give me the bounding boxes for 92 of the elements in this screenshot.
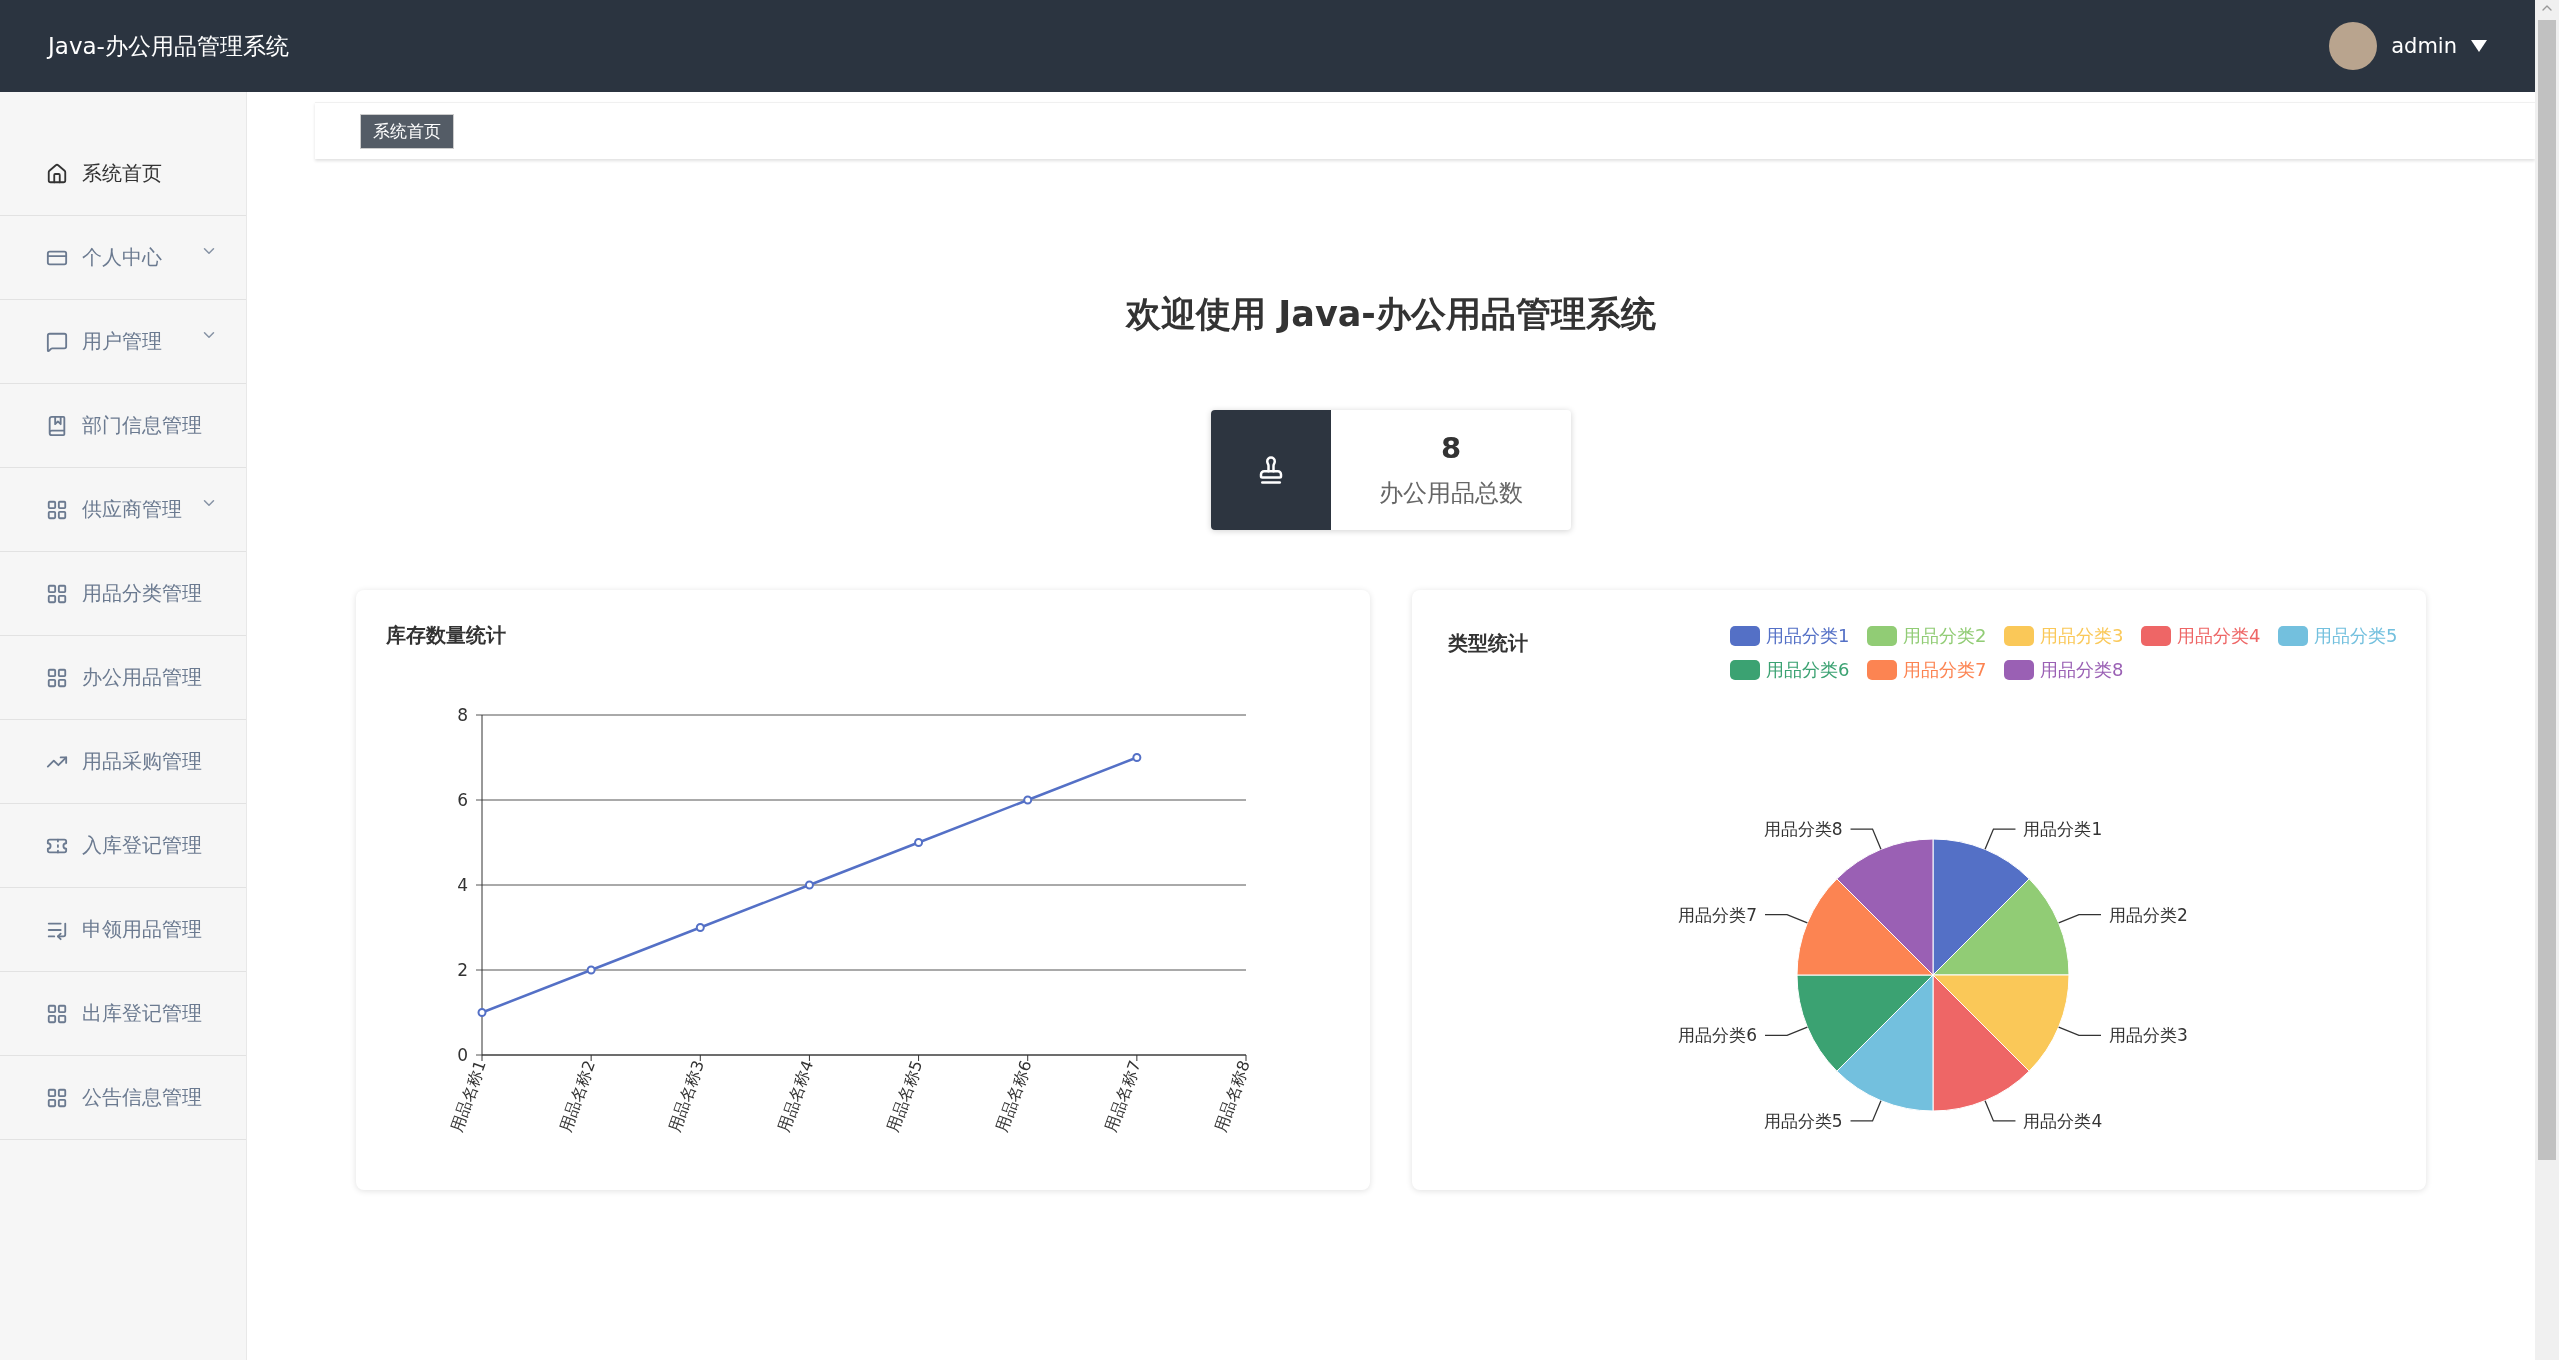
legend-item[interactable]: 用品分类4 (2141, 624, 2278, 648)
leader-line (1764, 1026, 1808, 1037)
leader-line (2058, 913, 2102, 924)
legend-item[interactable]: 用品分类1 (1730, 624, 1867, 648)
sidebar-item[interactable]: 入库登记管理 (0, 804, 246, 888)
axis-label: 用品名称2 (555, 1057, 599, 1135)
data-point (1132, 753, 1142, 762)
menu-label: 申领用品管理 (82, 916, 202, 943)
sidebar-item[interactable]: 用品采购管理 (0, 720, 246, 804)
leader-line (1849, 828, 1882, 850)
legend-label: 用品分类7 (1903, 658, 1987, 682)
grid-icon (46, 1086, 68, 1109)
axis-tick-label: 6 (457, 790, 468, 810)
leader-line (1984, 828, 2017, 850)
data-point (914, 838, 924, 847)
slice-label: 用品分类1 (2023, 819, 2103, 840)
slice-label: 用品分类3 (2108, 1025, 2188, 1046)
data-point (477, 1008, 487, 1017)
slice-label: 用品分类5 (1763, 1110, 1843, 1131)
data-point (804, 880, 814, 890)
sidebar-item[interactable]: 供应商管理 (0, 468, 246, 552)
chat-icon (46, 330, 68, 353)
legend-item[interactable]: 用品分类7 (1867, 658, 2004, 682)
legend-label: 用品分类6 (1766, 658, 1850, 682)
axis-tick-label: 2 (457, 960, 468, 980)
leader-line (1849, 1100, 1882, 1122)
leader-line (1984, 1100, 2017, 1122)
sidebar-item[interactable]: 部门信息管理 (0, 384, 246, 468)
sidebar-item[interactable]: 个人中心 (0, 216, 246, 300)
legend-label: 用品分类4 (2177, 624, 2261, 648)
user-name[interactable]: admin (2391, 34, 2457, 58)
grid-icon (46, 498, 68, 521)
axis-tick-label: 0 (457, 1045, 468, 1065)
slice-label: 用品分类7 (1678, 904, 1758, 925)
menu-label: 入库登记管理 (82, 832, 202, 859)
axis-tick-label: 8 (457, 705, 468, 725)
legend-label: 用品分类2 (1903, 624, 1987, 648)
axis-label: 用品名称5 (883, 1057, 927, 1135)
welcome-heading: 欢迎使用 Java-办公用品管理系统 (1126, 293, 1656, 336)
data-point (586, 965, 596, 975)
legend-item[interactable]: 用品分类6 (1730, 658, 1867, 682)
sidebar-item[interactable]: 用户管理 (0, 300, 246, 384)
axis-label: 用品名称3 (664, 1057, 709, 1135)
sidebar-item[interactable]: 出库登记管理 (0, 972, 246, 1056)
app-title: Java-办公用品管理系统 (48, 31, 289, 61)
axis-label: 用品名称8 (1210, 1057, 1254, 1135)
scrollbar-thumb[interactable] (2538, 20, 2556, 1160)
menu-label: 用品采购管理 (82, 748, 202, 775)
leader-line (2058, 1026, 2102, 1037)
home-icon (46, 162, 68, 185)
sidebar-item[interactable]: 系统首页 (0, 132, 246, 216)
stat-value: 8 (1440, 431, 1462, 465)
chart-title: 库存数量统计 (386, 622, 506, 649)
slice-label: 用品分类4 (2023, 1110, 2103, 1131)
legend-label: 用品分类1 (1766, 624, 1850, 648)
legend-label: 用品分类5 (2314, 624, 2398, 648)
axis-label: 用品名称4 (773, 1057, 818, 1135)
sidebar-item[interactable]: 公告信息管理 (0, 1056, 246, 1140)
scrollbar[interactable] (2535, 0, 2559, 1360)
leader-line (1764, 913, 1808, 924)
legend-label: 用品分类3 (2040, 624, 2124, 648)
book-icon (46, 414, 68, 437)
menu-label: 出库登记管理 (82, 1000, 202, 1027)
menu-label: 用户管理 (82, 328, 162, 355)
menu-label: 公告信息管理 (82, 1084, 202, 1111)
grid-icon (46, 1002, 68, 1025)
stat-label: 办公用品总数 (1379, 478, 1523, 509)
dropdown-caret-icon[interactable] (2471, 40, 2487, 52)
axis-label: 用品名称6 (992, 1057, 1036, 1135)
breadcrumb-tab[interactable]: 系统首页 (360, 113, 454, 149)
axis-tick-label: 4 (457, 875, 468, 895)
grid-icon (46, 666, 68, 689)
sidebar-item[interactable]: 办公用品管理 (0, 636, 246, 720)
data-point (1023, 795, 1033, 805)
axis-label: 用品名称7 (1101, 1057, 1145, 1135)
slice-label: 用品分类2 (2108, 904, 2188, 925)
chart-title: 类型统计 (1448, 630, 1528, 657)
menu-label: 系统首页 (82, 160, 162, 187)
slice-label: 用品分类6 (1678, 1025, 1758, 1046)
user-avatar[interactable] (2329, 22, 2378, 70)
menu-label: 部门信息管理 (82, 412, 202, 439)
menu-label: 个人中心 (82, 244, 162, 271)
legend-label: 用品分类8 (2040, 658, 2124, 682)
legend-item[interactable]: 用品分类8 (2004, 658, 2141, 682)
sidebar-item[interactable]: 申领用品管理 (0, 888, 246, 972)
slice-label: 用品分类8 (1763, 819, 1843, 840)
data-point (695, 923, 705, 932)
sidebar-item[interactable]: 用品分类管理 (0, 552, 246, 636)
menu-label: 用品分类管理 (82, 580, 202, 607)
menu-label: 办公用品管理 (82, 664, 202, 691)
menu-label: 供应商管理 (82, 496, 182, 523)
grid-icon (46, 582, 68, 605)
